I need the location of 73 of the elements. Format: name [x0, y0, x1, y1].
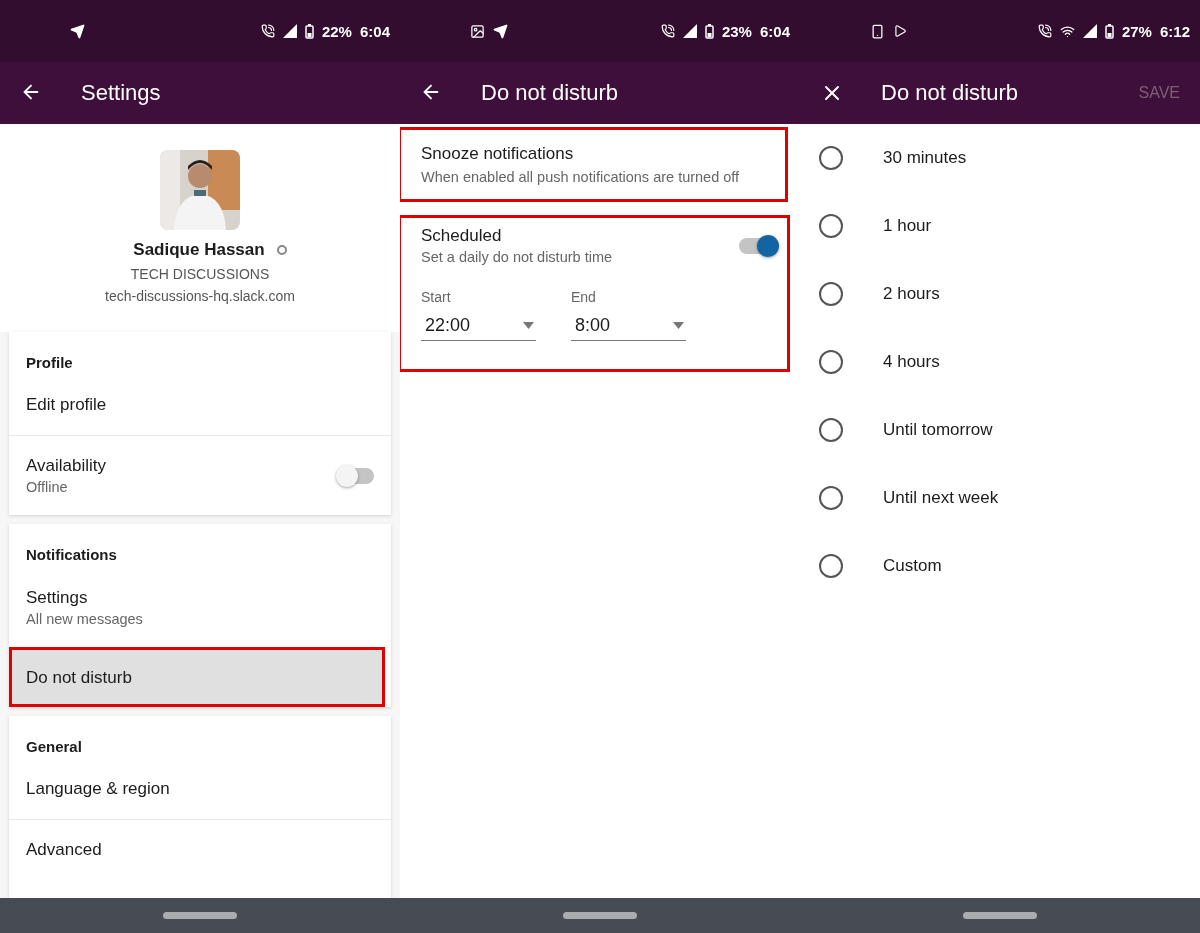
duration-option[interactable]: Until next week: [800, 464, 1200, 532]
duration-option[interactable]: 1 hour: [800, 192, 1200, 260]
item-detail: All new messages: [26, 610, 144, 627]
option-detail: When enabled all push notifications are turned off: [421, 169, 741, 185]
call-icon: [660, 24, 675, 38]
user-name: Sadique Hassan: [133, 240, 265, 260]
radio-button[interactable]: [819, 146, 843, 170]
clock: 6:12: [1159, 22, 1190, 40]
call-icon: [1037, 24, 1052, 38]
option-title: Snooze notifications: [421, 144, 575, 164]
signal-icon: [1082, 24, 1097, 38]
radio-button[interactable]: [819, 282, 843, 306]
item-label: Settings: [26, 587, 89, 608]
field-label: End: [571, 289, 597, 305]
screen-title: Do not disturb: [881, 80, 1019, 106]
clock: 6:04: [359, 22, 390, 40]
wifi-icon: [1059, 23, 1075, 39]
workspace-name: TECH DISCUSSIONS: [130, 266, 270, 282]
clock: 6:04: [759, 22, 790, 40]
option-title: Scheduled: [421, 226, 503, 246]
option-detail: Set a daily do not disturb time: [421, 249, 614, 265]
settings-item[interactable]: Language & region: [9, 759, 391, 819]
signal-icon: [282, 24, 297, 38]
radio-button[interactable]: [819, 554, 843, 578]
screen-title: Settings: [81, 80, 162, 106]
play-icon: [893, 24, 907, 38]
settings-item[interactable]: Availability Offline: [9, 435, 391, 515]
signal-icon: [682, 24, 697, 38]
battery-icon: [704, 23, 714, 39]
phone-icon: [870, 23, 885, 39]
radio-button[interactable]: [819, 418, 843, 442]
battery-level: 23%: [721, 22, 752, 40]
field-label: Start: [421, 289, 452, 305]
item-label: Availability: [26, 456, 107, 476]
home-handle[interactable]: [963, 912, 1037, 919]
battery-icon: [304, 23, 314, 39]
duration-option[interactable]: 4 hours: [800, 328, 1200, 396]
section-header: Notifications: [25, 545, 118, 565]
duration-option[interactable]: Until tomorrow: [800, 396, 1200, 464]
item-label: Edit profile: [26, 395, 108, 415]
settings-item[interactable]: Do not disturb: [9, 647, 385, 707]
radio-button[interactable]: [819, 350, 843, 374]
section-header: General: [25, 737, 83, 757]
settings-item[interactable]: Settings All new messages: [9, 567, 391, 647]
time-dropdown[interactable]: 22:00: [421, 315, 536, 341]
item-detail: Offline: [26, 479, 69, 495]
radio-button[interactable]: [819, 214, 843, 238]
time-dropdown[interactable]: 8:00: [571, 315, 686, 341]
snooze-option[interactable]: Snooze notifications When enabled all push notifications are turned off: [400, 127, 788, 202]
item-label: Language & region: [26, 779, 171, 799]
settings-item[interactable]: Edit profile: [9, 375, 391, 435]
send-icon: [70, 23, 85, 39]
duration-option[interactable]: Custom: [800, 532, 1200, 600]
battery-icon: [1104, 23, 1114, 39]
caret-icon: [523, 322, 534, 329]
call-icon: [260, 24, 275, 38]
workspace-domain: tech-discussions-hq.slack.com: [105, 288, 295, 304]
caret-icon: [673, 322, 684, 329]
section-header: Profile: [25, 353, 74, 373]
battery-level: 22%: [321, 22, 352, 40]
image-icon: [470, 23, 485, 39]
send-icon: [493, 23, 508, 39]
screen-title: Do not disturb: [481, 80, 619, 106]
item-label: Do not disturb: [26, 667, 133, 688]
home-handle[interactable]: [563, 912, 637, 919]
home-handle[interactable]: [163, 912, 237, 919]
settings-item[interactable]: Advanced: [9, 819, 391, 879]
battery-level: 27%: [1121, 22, 1152, 40]
radio-button[interactable]: [819, 486, 843, 510]
duration-option[interactable]: 2 hours: [800, 260, 1200, 328]
duration-option[interactable]: 30 minutes: [800, 124, 1200, 192]
item-label: Advanced: [26, 839, 103, 860]
toggle-switch[interactable]: [338, 467, 374, 484]
